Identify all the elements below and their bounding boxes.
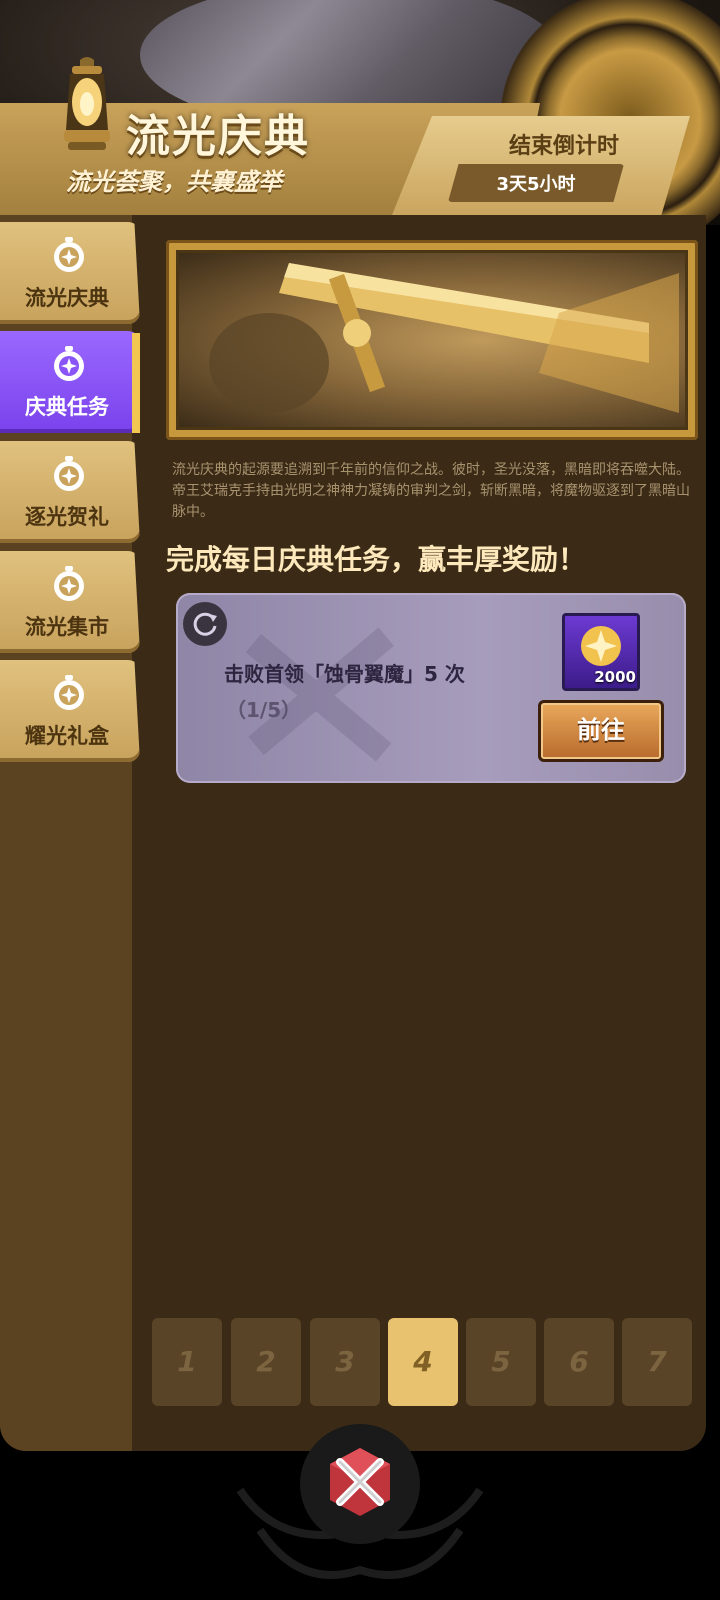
day-tab-2[interactable]: 2 — [231, 1318, 301, 1406]
sidebar-item-label: 流光庆典 — [25, 286, 109, 310]
lantern-icon — [64, 57, 110, 150]
sidebar-item-gifts[interactable]: 逐光贺礼 — [0, 441, 140, 543]
lantern-badge-icon — [54, 566, 84, 601]
countdown-label: 结束倒计时 — [508, 134, 619, 159]
day-tab-7[interactable]: 7 — [622, 1318, 692, 1406]
sidebar-item-label: 庆典任务 — [25, 395, 109, 419]
task-name: 击败首领「蚀骨翼魔」5 次 — [224, 662, 465, 686]
sidebar-item-market[interactable]: 流光集市 — [0, 551, 140, 653]
countdown-value: 3天5小时 — [496, 174, 576, 195]
lantern-badge-icon — [54, 675, 84, 710]
day-tab-4[interactable]: 4 — [388, 1318, 458, 1406]
sidebar-item-label: 逐光贺礼 — [25, 505, 109, 529]
sidebar-item-label: 耀光礼盒 — [25, 724, 109, 748]
sword-illustration — [209, 263, 679, 413]
close-emblem-button[interactable] — [322, 1444, 398, 1520]
sword-banner-image — [176, 250, 688, 430]
active-tab-indicator — [132, 333, 140, 433]
sidebar-item-giftbox[interactable]: 耀光礼盒 — [0, 660, 140, 762]
day-tab-5[interactable]: 5 — [466, 1318, 536, 1406]
banner-image-frame — [166, 240, 698, 440]
lore-text: 流光庆典的起源要追溯到千年前的信仰之战。彼时，圣光没落，黑暗即将吞噬大陆。帝王艾… — [172, 462, 690, 520]
task-heading: 完成每日庆典任务，赢丰厚奖励！ — [166, 543, 587, 576]
refresh-icon — [193, 612, 217, 636]
sidebar-item-festival[interactable]: 流光庆典 — [0, 222, 140, 324]
sidebar-item-label: 流光集市 — [25, 615, 109, 639]
lantern-badge-icon — [54, 456, 84, 491]
refresh-task-button[interactable] — [183, 602, 227, 646]
lantern-badge-icon — [54, 237, 84, 272]
gold-medal-icon — [581, 626, 621, 666]
task-progress: （1/5） — [226, 698, 302, 722]
sidebar-item-festival-tasks[interactable]: 庆典任务 — [0, 331, 140, 433]
day-tab-6[interactable]: 6 — [544, 1318, 614, 1406]
page-subtitle: 流光荟聚，共襄盛举 — [66, 168, 282, 196]
crossed-swords-watermark-icon — [245, 627, 394, 762]
go-button[interactable]: 前往 — [538, 700, 664, 762]
day-tab-1[interactable]: 1 — [152, 1318, 222, 1406]
lantern-badge-icon — [54, 346, 84, 381]
day-tab-3[interactable]: 3 — [310, 1318, 380, 1406]
reward-count: 2000 — [594, 668, 636, 686]
page-title: 流光庆典 — [126, 111, 310, 162]
